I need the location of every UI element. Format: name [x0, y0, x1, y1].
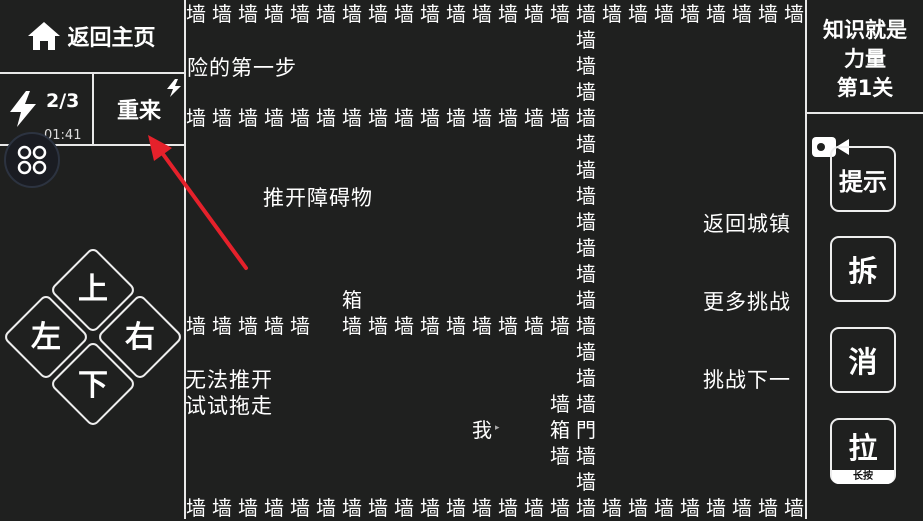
tutorial-arrow-icon — [148, 135, 248, 270]
tutorial-arrow-layer — [148, 135, 248, 270]
